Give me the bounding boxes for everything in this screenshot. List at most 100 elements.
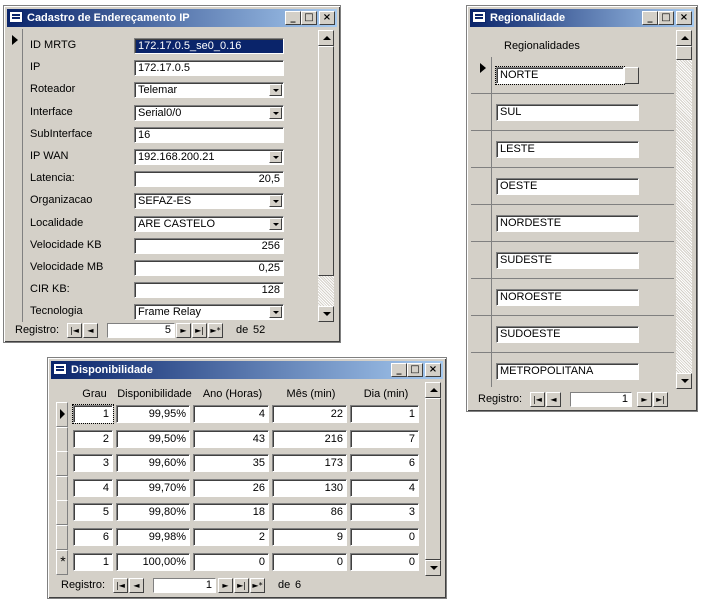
record-selector[interactable] bbox=[56, 426, 68, 452]
combo-field-2[interactable]: Telemar bbox=[134, 82, 284, 99]
regionalidade-field[interactable]: METROPOLITANA bbox=[496, 363, 639, 380]
table-cell[interactable]: 86 bbox=[272, 503, 347, 522]
table-cell[interactable]: 0 bbox=[350, 528, 419, 546]
record-selector[interactable] bbox=[56, 525, 68, 550]
disponibilidade-vscroll[interactable] bbox=[425, 382, 441, 576]
list-item[interactable]: SUL bbox=[471, 94, 674, 131]
combo-field-5[interactable]: 192.168.200.21 bbox=[134, 149, 284, 165]
regionalidade-field[interactable]: OESTE bbox=[496, 178, 639, 195]
scroll-down-button[interactable] bbox=[425, 560, 441, 576]
record-selector-bar[interactable] bbox=[8, 29, 23, 322]
combo-field-12[interactable]: Frame Relay bbox=[134, 304, 284, 321]
table-cell[interactable]: 99,98% bbox=[116, 528, 190, 546]
list-item[interactable]: NORDESTE bbox=[471, 205, 674, 242]
input-field-11[interactable]: 128 bbox=[134, 282, 284, 299]
table-cell[interactable]: 2 bbox=[73, 429, 113, 448]
table-cell[interactable]: 0 bbox=[350, 552, 419, 571]
list-item[interactable]: OESTE bbox=[471, 168, 674, 205]
column-header[interactable]: Disponibilidade bbox=[116, 388, 193, 400]
chevron-down-icon[interactable] bbox=[269, 195, 282, 208]
regionalidade-field[interactable]: LESTE bbox=[496, 141, 639, 158]
record-selector[interactable] bbox=[56, 402, 68, 427]
list-item[interactable]: SUDOESTE bbox=[471, 316, 674, 353]
first-record-button[interactable]: |◄ bbox=[67, 323, 82, 338]
chevron-down-icon[interactable] bbox=[269, 217, 282, 230]
close-button[interactable]: × bbox=[319, 11, 335, 25]
list-item[interactable]: LESTE bbox=[471, 131, 674, 168]
table-cell[interactable]: 99,70% bbox=[116, 478, 190, 497]
record-selector[interactable] bbox=[56, 475, 68, 501]
last-record-button[interactable]: ►| bbox=[192, 323, 207, 338]
record-number-input[interactable]: 1 bbox=[570, 392, 632, 407]
restore-button[interactable]: □ bbox=[658, 11, 674, 25]
table-cell[interactable]: 99,50% bbox=[116, 429, 190, 448]
table-cell[interactable]: 7 bbox=[350, 429, 419, 448]
regionalidade-field[interactable]: SUL bbox=[496, 104, 639, 121]
table-cell[interactable]: 130 bbox=[272, 478, 347, 497]
chevron-down-icon[interactable] bbox=[269, 84, 282, 97]
input-field-6[interactable]: 20,5 bbox=[134, 171, 284, 188]
scroll-up-button[interactable] bbox=[676, 30, 692, 46]
column-header[interactable]: Mês (min) bbox=[272, 388, 350, 400]
scroll-up-button[interactable] bbox=[318, 30, 334, 46]
list-item[interactable]: NOROESTE bbox=[471, 279, 674, 316]
new-record-button[interactable]: ►* bbox=[250, 578, 265, 593]
table-cell[interactable]: 6 bbox=[73, 528, 113, 546]
record-number-input[interactable]: 5 bbox=[107, 323, 175, 338]
regionalidade-field[interactable]: NOROESTE bbox=[496, 289, 639, 306]
restore-button[interactable]: □ bbox=[301, 11, 317, 25]
list-item[interactable]: METROPOLITANA bbox=[471, 353, 674, 387]
table-cell[interactable]: 4 bbox=[350, 478, 419, 497]
table-cell[interactable]: 1 bbox=[73, 552, 113, 571]
combo-field-7[interactable]: SEFAZ-ES bbox=[134, 193, 284, 210]
list-item[interactable]: SUDESTE bbox=[471, 242, 674, 279]
record-selector[interactable]: * bbox=[56, 549, 68, 575]
table-cell[interactable]: 4 bbox=[73, 478, 113, 497]
table-cell[interactable]: 22 bbox=[272, 405, 347, 423]
table-cell[interactable]: 43 bbox=[193, 429, 269, 448]
table-cell[interactable]: 5 bbox=[73, 503, 113, 522]
input-field-0[interactable]: 172.17.0.5_se0_0.16 bbox=[134, 38, 284, 54]
scroll-thumb[interactable] bbox=[676, 46, 692, 60]
table-cell[interactable]: 9 bbox=[272, 528, 347, 546]
table-cell[interactable]: 99,60% bbox=[116, 454, 190, 473]
last-record-button[interactable]: ►| bbox=[234, 578, 249, 593]
table-cell[interactable]: 99,95% bbox=[116, 405, 190, 423]
scroll-thumb[interactable] bbox=[318, 46, 334, 276]
input-field-4[interactable]: 16 bbox=[134, 126, 284, 143]
new-record-button[interactable]: ►* bbox=[208, 323, 223, 338]
input-field-9[interactable]: 256 bbox=[134, 237, 284, 254]
restore-button[interactable]: □ bbox=[407, 363, 423, 377]
table-cell[interactable]: 6 bbox=[350, 454, 419, 473]
table-cell[interactable]: 173 bbox=[272, 454, 347, 473]
table-cell[interactable]: 4 bbox=[193, 405, 269, 423]
combo-field-8[interactable]: ARE CASTELO bbox=[134, 215, 284, 232]
first-record-button[interactable]: |◄ bbox=[113, 578, 128, 593]
minimize-button[interactable]: _ bbox=[391, 363, 407, 377]
table-cell[interactable]: 99,80% bbox=[116, 503, 190, 522]
regionalidade-field[interactable]: NORDESTE bbox=[496, 215, 639, 232]
chevron-down-icon[interactable] bbox=[269, 306, 282, 319]
table-cell[interactable]: 3 bbox=[73, 454, 113, 473]
table-cell[interactable]: 0 bbox=[272, 552, 347, 571]
regionalidade-field[interactable]: NORTE bbox=[495, 66, 625, 85]
last-record-button[interactable]: ►| bbox=[653, 392, 668, 407]
table-cell[interactable]: 0 bbox=[193, 552, 269, 571]
next-record-button[interactable]: ► bbox=[637, 392, 652, 407]
table-cell[interactable]: 2 bbox=[193, 528, 269, 546]
spinner-icon[interactable] bbox=[624, 67, 639, 84]
table-cell[interactable]: 26 bbox=[193, 478, 269, 497]
scroll-thumb[interactable] bbox=[425, 398, 441, 560]
input-field-1[interactable]: 172.17.0.5 bbox=[134, 60, 284, 77]
regionalidade-field[interactable]: SUDESTE bbox=[496, 252, 639, 269]
regionalidade-titlebar[interactable]: Regionalidade _ □ × bbox=[470, 9, 694, 27]
prev-record-button[interactable]: ◄ bbox=[83, 323, 98, 338]
close-button[interactable]: × bbox=[676, 11, 692, 25]
record-selector[interactable] bbox=[56, 451, 68, 477]
next-record-button[interactable]: ► bbox=[176, 323, 191, 338]
scroll-down-button[interactable] bbox=[676, 373, 692, 389]
minimize-button[interactable]: _ bbox=[285, 11, 301, 25]
column-header[interactable]: Dia (min) bbox=[350, 388, 422, 400]
regionalidade-selector-column[interactable] bbox=[471, 57, 492, 387]
chevron-down-icon[interactable] bbox=[269, 106, 282, 119]
